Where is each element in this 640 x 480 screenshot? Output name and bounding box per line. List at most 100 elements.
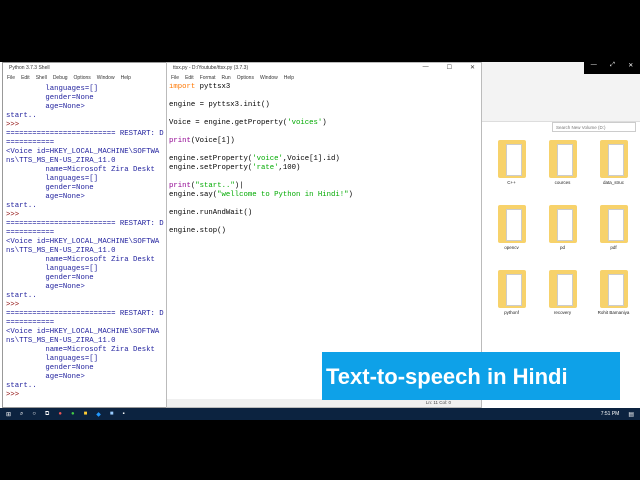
chrome-icon[interactable]: ● (71, 411, 75, 417)
windows-start-icon[interactable]: ⊞ (6, 411, 11, 418)
menu-item-file[interactable]: File (171, 75, 179, 81)
close-icon[interactable]: ✕ (628, 62, 633, 74)
code-token: 'rate' (252, 164, 279, 172)
shell-line: ns\TTS_MS_EN-US_ZIRA_11.0 (6, 337, 116, 345)
folder-label: cources (554, 180, 571, 185)
folder-item[interactable]: pythonf (486, 270, 537, 315)
menu-item-help[interactable]: Help (284, 75, 294, 81)
shell-line: >>> (6, 211, 24, 219)
folder-grid: C++ cources data_strucopencv pd pdf pythonf re… (486, 140, 639, 315)
folder-label: pdf (610, 245, 617, 250)
menu-item-window[interactable]: Window (97, 75, 115, 81)
shell-line: languages=[] (6, 355, 98, 363)
folder-item[interactable]: pdf (588, 205, 639, 250)
code-token: engine = pyttsx3.init() (169, 101, 270, 109)
folder-item[interactable]: C++ (486, 140, 537, 185)
editor-menu-bar: File Edit Format Run Options Window Help (167, 73, 481, 83)
task-view-icon[interactable]: ⧉ (45, 411, 49, 418)
shell-line: ns\TTS_MS_EN-US_ZIRA_11.0 (6, 157, 116, 165)
folder-item[interactable]: recovery (537, 270, 588, 315)
menu-item-format[interactable]: Format (200, 75, 216, 81)
folder-label: C++ (507, 180, 516, 185)
code-token: "start.." (195, 182, 235, 190)
menu-item-help[interactable]: Help (121, 75, 131, 81)
editor-title: ttsx.py - D:/Youtube/ttsx.py (3.7.3) (173, 65, 249, 71)
menu-item-options[interactable]: Options (237, 75, 254, 81)
menu-item-window[interactable]: Window (260, 75, 278, 81)
shell-line: gender=None (6, 364, 94, 372)
shell-line: languages=[] (6, 175, 98, 183)
code-token: import (169, 83, 196, 91)
folder-icon (599, 205, 628, 243)
shell-line: gender=None (6, 94, 94, 102)
shell-line: >>> (6, 301, 24, 309)
cortana-icon[interactable]: ○ (32, 411, 36, 417)
shell-line: ========================= RESTART: D (6, 310, 164, 318)
menu-item-shell[interactable]: Shell (36, 75, 47, 81)
menu-item-run[interactable]: Run (222, 75, 231, 81)
folder-item[interactable]: data_struc (588, 140, 639, 185)
shell-line: name=Microsoft Zira Deskt (6, 346, 155, 354)
code-token: ,100) (278, 164, 301, 172)
menu-item-edit[interactable]: Edit (21, 75, 30, 81)
close-icon[interactable]: ✕ (470, 64, 475, 71)
code-token: 'voice' (252, 155, 283, 163)
code-line: engine.setProperty('rate',100) (169, 164, 479, 173)
menu-item-edit[interactable]: Edit (185, 75, 194, 81)
shell-line: =========== (6, 319, 55, 327)
shell-line: age=None> (6, 193, 85, 201)
folder-icon (548, 270, 577, 308)
python-icon[interactable]: ■ (110, 411, 114, 417)
folder-label: recovery (553, 310, 572, 315)
shell-line: languages=[] (6, 85, 98, 93)
code-line: engine = pyttsx3.init() (169, 101, 479, 110)
code-token: engine.runAndWait() (169, 209, 253, 217)
code-token: engine.setProperty( (169, 155, 253, 163)
folder-icon (497, 205, 526, 243)
maximize-icon[interactable]: ☐ (447, 64, 452, 71)
folder-label: pd (559, 245, 565, 250)
search-icon[interactable]: ⌕ (20, 411, 23, 418)
folder-item[interactable]: Rohit Bamaniya (588, 270, 639, 315)
shell-line: gender=None (6, 274, 94, 282)
clock[interactable]: 7:51 PM (601, 411, 620, 417)
code-token: ) (322, 119, 327, 127)
python-shell-window[interactable]: Python 3.7.3 Shell File Edit Shell Debug Opt… (2, 62, 168, 408)
terminal-icon[interactable]: ▪ (122, 411, 124, 417)
shell-output[interactable]: languages=[] gender=None age=None> start.… (3, 83, 167, 407)
app-icon[interactable]: ● (58, 411, 62, 417)
menu-item-file[interactable]: File (7, 75, 15, 81)
code-token: Voice = engine.getProperty( (169, 119, 288, 127)
menu-item-options[interactable]: Options (74, 75, 91, 81)
shell-line: ns\TTS_MS_EN-US_ZIRA_11.0 (6, 247, 116, 255)
shell-line: age=None> (6, 373, 85, 381)
code-line: engine.stop() (169, 227, 479, 236)
folder-icon (548, 205, 577, 243)
minimize-icon[interactable]: — (423, 64, 429, 71)
code-token: engine.stop() (169, 227, 226, 235)
notifications-icon[interactable]: ▤ (628, 411, 634, 418)
vscode-icon[interactable]: ◆ (96, 411, 101, 418)
code-editor[interactable]: import pyttsx3 engine = pyttsx3.init() V… (167, 83, 481, 398)
folder-item[interactable]: opencv (486, 205, 537, 250)
shell-line: age=None> (6, 103, 85, 111)
minimize-icon[interactable]: — (591, 62, 597, 74)
code-line: print(Voice[1]) (169, 137, 479, 146)
folder-item[interactable]: cources (537, 140, 588, 185)
restore-icon[interactable]: ⤢ (610, 62, 615, 74)
search-input[interactable]: Search New Volume (D:) (552, 122, 636, 132)
code-line: import pyttsx3 (169, 83, 479, 92)
folder-label: pythonf (504, 310, 519, 315)
menu-item-debug[interactable]: Debug (53, 75, 68, 81)
code-token: print (169, 137, 191, 145)
code-token: (Voice[1]) (190, 137, 235, 145)
folder-item[interactable]: pd (537, 205, 588, 250)
shell-line: =========== (6, 229, 55, 237)
file-explorer-icon[interactable]: ■ (84, 411, 88, 417)
shell-line: start.. (6, 292, 37, 300)
shell-line: =========== (6, 139, 55, 147)
